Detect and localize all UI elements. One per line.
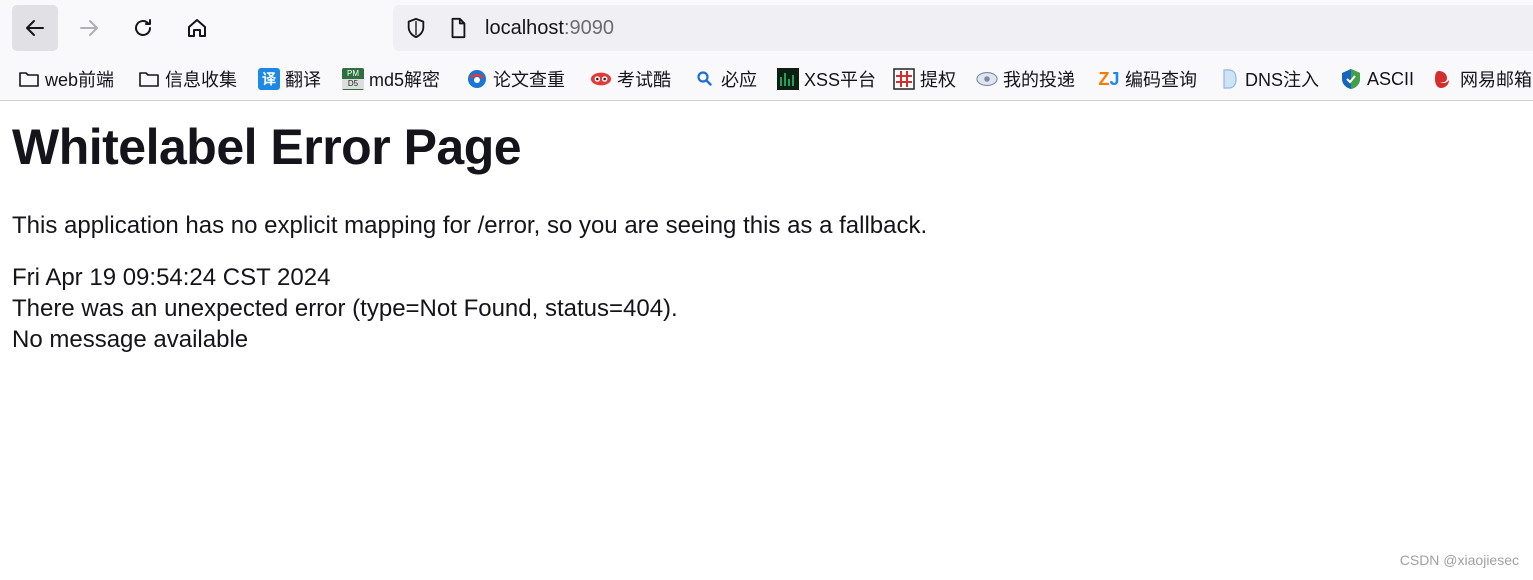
zj-icon: ZJ (1098, 68, 1120, 89)
url-port: :9090 (563, 17, 614, 39)
url-bar[interactable]: localhost:9090 (393, 5, 1533, 51)
page-title: Whitelabel Error Page (12, 119, 522, 175)
home-button[interactable] (174, 5, 220, 51)
bookmark-paper-check[interactable]: 论文查重 (466, 66, 565, 92)
browser-toolbar: localhost:9090 (0, 0, 1533, 57)
folder-icon (18, 68, 40, 90)
bookmark-label: 翻译 (285, 70, 321, 90)
error-description: This application has no explicit mapping… (12, 212, 928, 239)
eyes-icon (590, 68, 612, 90)
bookmark-label: 论文查重 (493, 70, 565, 90)
translate-icon: 译 (258, 68, 280, 90)
bookmark-label: md5解密 (369, 70, 441, 90)
arrow-right-icon (80, 20, 98, 36)
forward-button[interactable] (66, 5, 112, 51)
arrow-left-icon (26, 20, 44, 36)
folder-icon (138, 68, 160, 90)
bookmark-info-gathering[interactable]: 信息收集 (138, 66, 237, 92)
bookmark-my-delivery[interactable]: 我的投递 (976, 66, 1075, 92)
bookmark-netease-mail[interactable]: 网易邮箱 (1433, 66, 1532, 92)
bookmark-label: 必应 (721, 70, 757, 90)
bookmark-label: 编码查询 (1125, 70, 1197, 90)
bookmarks-bar: web前端 信息收集 译 翻译 PM D5 md5解密 论文查重 考试酷 必应 X… (0, 57, 1533, 101)
dns-icon (1218, 68, 1240, 90)
xss-icon (777, 68, 799, 90)
netease-icon (1433, 68, 1455, 90)
bookmark-web-frontend[interactable]: web前端 (18, 66, 114, 92)
pmd5-icon: PM D5 (342, 68, 364, 90)
reload-button[interactable] (120, 5, 166, 51)
home-icon (188, 19, 206, 37)
bookmark-privilege[interactable]: 提权 (893, 66, 956, 92)
bookmark-bing[interactable]: 必应 (694, 66, 757, 92)
bookmark-label: 信息收集 (165, 70, 237, 90)
globe-icon (466, 68, 488, 90)
back-button[interactable] (12, 5, 58, 51)
watermark: CSDN @xiaojiesec (1399, 552, 1519, 568)
url-text[interactable]: localhost:9090 (485, 17, 614, 39)
bookmark-label: 我的投递 (1003, 70, 1075, 90)
reload-icon (135, 19, 151, 36)
url-host: localhost (485, 17, 564, 39)
grid-icon (893, 68, 915, 90)
bookmark-xss[interactable]: XSS平台 (777, 66, 876, 92)
bookmark-label: 考试酷 (617, 70, 671, 90)
bookmark-label: 提权 (920, 70, 956, 90)
bookmark-encoding[interactable]: ZJ 编码查询 (1098, 66, 1197, 92)
mail-eye-icon (976, 68, 998, 90)
bookmark-label: DNS注入 (1245, 70, 1320, 90)
bookmark-md5[interactable]: PM D5 md5解密 (342, 66, 440, 92)
bookmark-exam[interactable]: 考试酷 (590, 66, 671, 92)
bookmark-translate[interactable]: 译 翻译 (258, 66, 321, 92)
bookmark-label: web前端 (45, 70, 115, 90)
bookmark-label: 网易邮箱 (1460, 70, 1532, 90)
error-timestamp: Fri Apr 19 09:54:24 CST 2024 (12, 264, 331, 291)
error-detail: There was an unexpected error (type=Not … (12, 295, 678, 322)
error-message: No message available (12, 326, 249, 353)
page-icon[interactable] (447, 17, 469, 39)
bing-search-icon (694, 68, 716, 90)
shield-icon[interactable] (405, 17, 427, 39)
bookmark-ascii[interactable]: ASCII (1340, 66, 1414, 92)
bookmark-dns-injection[interactable]: DNS注入 (1218, 66, 1319, 92)
page-content: Whitelabel Error Page This application h… (12, 101, 1512, 355)
bookmark-label: XSS平台 (804, 70, 877, 90)
bookmark-label: ASCII (1367, 68, 1415, 89)
shield-logo-icon (1340, 68, 1362, 90)
